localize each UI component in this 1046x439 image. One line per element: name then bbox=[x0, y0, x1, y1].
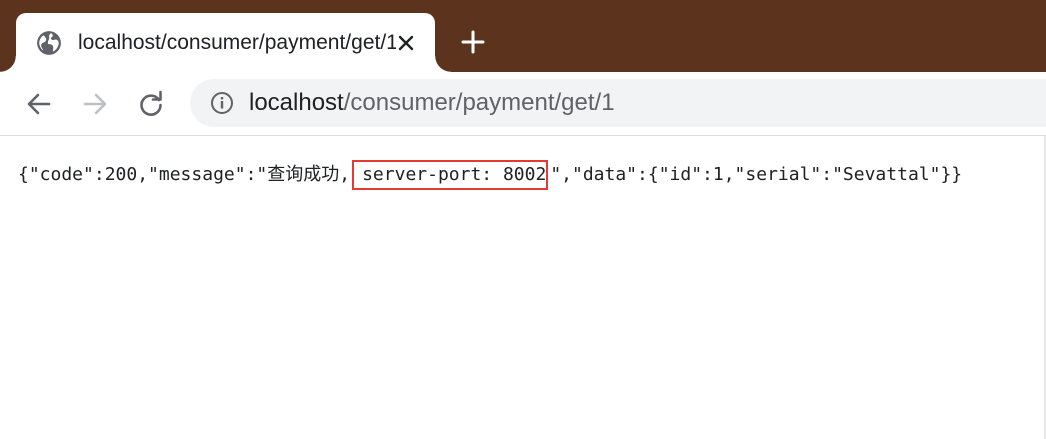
url-host: localhost bbox=[249, 89, 344, 116]
close-icon[interactable] bbox=[396, 33, 416, 53]
arrow-right-icon[interactable] bbox=[81, 90, 109, 118]
browser-tab[interactable]: localhost/consumer/payment/get/1 bbox=[0, 13, 451, 72]
reload-icon[interactable] bbox=[137, 90, 165, 118]
arrow-left-icon[interactable] bbox=[25, 90, 53, 118]
server-port-highlight: server-port: 8002 bbox=[352, 160, 549, 190]
address-bar[interactable]: localhost/consumer/payment/get/1 bbox=[190, 79, 1046, 127]
address-url[interactable]: localhost/consumer/payment/get/1 bbox=[249, 87, 615, 119]
tab-strip: localhost/consumer/payment/get/1 bbox=[0, 0, 1046, 72]
json-text-suffix: ","data":{"id":1,"serial":"Sevattal"}} bbox=[550, 164, 963, 185]
url-path: /consumer/payment/get/1 bbox=[343, 89, 615, 116]
globe-icon bbox=[37, 31, 61, 55]
plus-icon[interactable] bbox=[460, 29, 486, 55]
tab-title: localhost/consumer/payment/get/1 bbox=[78, 31, 396, 54]
info-circle-icon[interactable] bbox=[210, 91, 234, 115]
json-response: {"code":200,"message":"查询成功, server-port:… bbox=[18, 160, 963, 190]
json-text-prefix: {"code":200,"message":"查询成功, bbox=[18, 164, 351, 185]
browser-toolbar: localhost/consumer/payment/get/1 bbox=[0, 72, 1046, 136]
